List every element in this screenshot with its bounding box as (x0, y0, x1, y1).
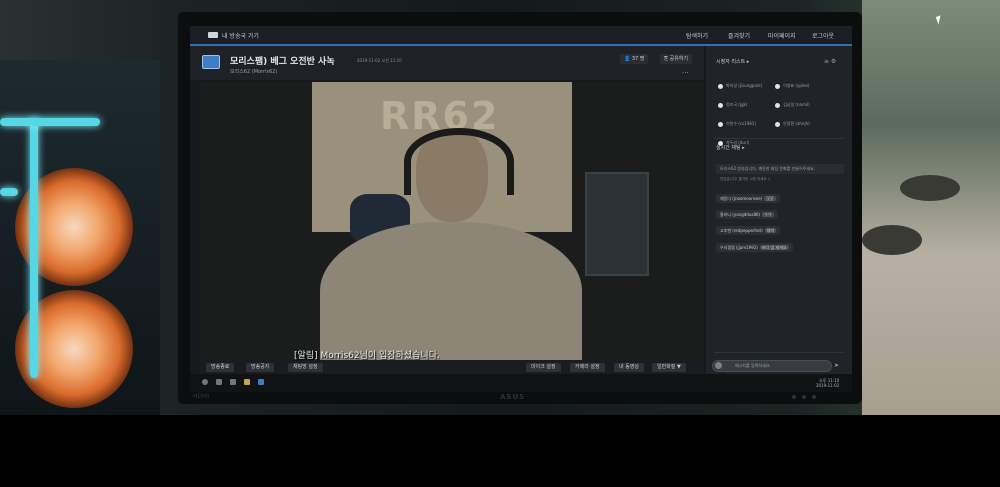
chat-settings-button[interactable]: 채팅방 설정 (288, 363, 323, 372)
stream-title: 모리스팸) 베그 오전반 사녹 (230, 57, 335, 67)
chat-message: 재밌다 (jnoomoonsee) 굿굿 (716, 194, 780, 203)
coolant-tube-horizontal (0, 118, 100, 126)
os-taskbar: 오후 11:10 2019-11-02 (190, 374, 852, 392)
quality-select[interactable]: 일반화질 ▼ (652, 363, 686, 372)
monitor-stand (474, 404, 554, 415)
sidebar: 시청자 리스트 ▸ ≡ ⚙ 박지성 (jisungpark) 이영표 (yple… (706, 46, 852, 374)
nav-logout[interactable]: 로그아웃 (812, 31, 834, 40)
avatar (718, 102, 723, 108)
viewer-item[interactable]: 이천수 (cs1981) (718, 119, 766, 128)
share-label: 공유하기 (669, 56, 688, 62)
search-icon[interactable] (216, 379, 222, 385)
monitor-screen: 내 방송국 가기 탐색하기 즐겨찾기 마이페이지 로그아웃 모리스팸) 베그 오… (190, 26, 852, 392)
send-icon[interactable]: ➤ (834, 362, 839, 369)
nav-mypage[interactable]: 마이페이지 (768, 31, 796, 40)
chat-input[interactable]: 메시지를 입력하세요. (712, 360, 832, 372)
background-shelf (585, 172, 649, 276)
tv-icon (202, 55, 220, 69)
system-message: 모리스62 방송입니다. 깨끗한 채팅 문화를 만들어주세요. (716, 164, 844, 174)
nav-favorites[interactable]: 즐겨찾기 (728, 31, 750, 40)
camera-icon (208, 32, 218, 38)
viewer-list-title[interactable]: 시청자 리스트 ▸ (716, 58, 749, 65)
my-station-link[interactable]: 내 방송국 가기 (222, 31, 259, 40)
user-icon: 👤 (624, 56, 632, 62)
bezel-brand-logo: ASUS (500, 393, 526, 401)
mic-settings-button[interactable]: 마이크 설정 (526, 363, 561, 372)
divider (714, 138, 844, 139)
system-sub-message: 반갑습니다! 즐거운 시청 되세요 :) (720, 177, 771, 181)
broadcast-controls: 방송종료 방송공지 채팅방 설정 마이크 설정 카메라 설정 내 동영상 일반화… (200, 360, 704, 374)
avatar (775, 102, 781, 108)
viewer-item[interactable]: 김남일 (namil) (775, 100, 823, 109)
chat-message: 우리잼잼 (jjam1992) 바다 엄 세게요 (716, 243, 793, 252)
emoji-icon[interactable] (715, 362, 722, 369)
headset (404, 128, 514, 195)
browser-icon[interactable] (258, 379, 264, 385)
planter (900, 175, 960, 201)
pc-case (0, 60, 160, 415)
coolant-tube-stub (0, 188, 18, 196)
divider (714, 352, 844, 353)
monitor-button[interactable] (792, 395, 796, 399)
letterbox-bar (0, 415, 1000, 487)
viewer-count-label: 37 명 (631, 56, 645, 62)
planter (862, 225, 922, 255)
movie-scene: 강성 리그 Stats HDMI ASUS 내 방송국 가기 탐색하기 즐겨찾기… (0, 0, 1000, 415)
viewer-item[interactable]: 박지성 (jisungpark) (718, 81, 766, 90)
chat-message: 홍라니 (yangddus86) ㅋㅋ (716, 210, 778, 219)
stream-header: 모리스팸) 베그 오전반 사녹 2019-11-02 오전 11:10 모리스6… (190, 46, 704, 80)
streamer-body (320, 222, 582, 360)
list-settings-icon[interactable]: ≡ ⚙ (824, 58, 836, 65)
monitor-button[interactable] (812, 395, 816, 399)
share-button[interactable]: ⎘ 공유하기 (660, 54, 692, 64)
viewer-list: 박지성 (jisungpark) 이영표 (yplee) 정조국 (jgk) 김… (716, 72, 826, 148)
camera-settings-button[interactable]: 카메라 설정 (570, 363, 605, 372)
chat-message: 고추맨 (redpepperhot) 대박 (716, 226, 781, 235)
clock-date: 2019-11-02 (816, 383, 840, 388)
avatar (775, 83, 781, 89)
avatar (775, 121, 781, 127)
viewer-item[interactable]: 안정환 (ahnjh) (775, 119, 823, 128)
chat-title[interactable]: 실시간 채팅 ▸ (716, 144, 745, 151)
my-videos-button[interactable]: 내 동영상 (614, 363, 644, 372)
taskbar-clock[interactable]: 오후 11:10 2019-11-02 (816, 378, 839, 388)
avatar (718, 83, 723, 89)
end-broadcast-button[interactable]: 방송종료 (206, 363, 235, 372)
stream-date: 2019-11-02 오전 11:10 (357, 58, 402, 63)
video-player[interactable]: RR62 (200, 82, 704, 360)
background-scenery: 강성 리그 Stats (862, 0, 1000, 415)
streamer-name[interactable]: 모리스62 (Morris62) (230, 68, 277, 75)
entry-notice: [알림] Morris62님이 입장하셨습니다. (294, 351, 440, 361)
avatar (718, 121, 723, 127)
coolant-tube (30, 118, 38, 378)
viewer-item[interactable]: 이영표 (yplee) (775, 81, 823, 90)
folder-icon[interactable] (244, 379, 250, 385)
bezel-hdmi-label: HDMI (193, 393, 210, 400)
viewer-count[interactable]: 👤 37 명 (620, 54, 649, 64)
start-icon[interactable] (202, 379, 208, 385)
nav-explore[interactable]: 탐색하기 (686, 31, 708, 40)
task-view-icon[interactable] (230, 379, 236, 385)
broadcast-notice-button[interactable]: 방송공지 (246, 363, 275, 372)
monitor-button[interactable] (802, 395, 806, 399)
top-bar: 내 방송국 가기 탐색하기 즐겨찾기 마이페이지 로그아웃 (190, 26, 852, 44)
more-icon[interactable]: ... (682, 68, 689, 75)
viewer-item[interactable]: 정조국 (jgk) (718, 100, 766, 109)
